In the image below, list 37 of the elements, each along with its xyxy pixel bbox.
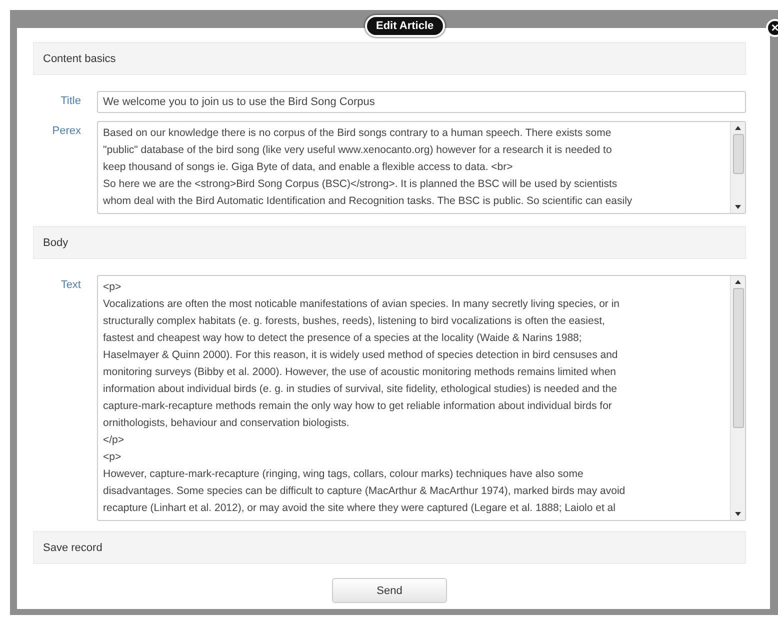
- text-line: However, capture-mark-recapture (ringing, wing tags, collars, colour marks) techniques have also some: [103, 467, 584, 482]
- section-title: Body: [43, 236, 68, 248]
- text-line: Vocalizations are often the most noticable manifestations of avian species. In many secretly living species, or in: [103, 297, 621, 312]
- text-line: monitoring surveys (Bibby et al. 2000). However, the use of acoustic monitoring methods remains limited when: [103, 365, 617, 380]
- text-line: <p>: [103, 280, 122, 295]
- section-title: Content basics: [43, 52, 116, 64]
- text-line: keep thousand of songs ie. Giga Byte of data, and enable a flexible access to data. <br>: [103, 160, 514, 175]
- text-line: So here we are the <strong>Bird Song Corpus (BSC)</strong>. It is planned the BSC will be used by scientists: [103, 177, 618, 192]
- text-line: whom deal with the Bird Automatic Identification and Recognition tasks. The BSC is public. So scientific can easily: [103, 194, 634, 209]
- send-button[interactable]: Send: [332, 578, 447, 603]
- text-line: disadvantages. Some species can be difficult to capture (MacArthur & MacArthur 1974), marked birds may avoid: [103, 484, 626, 499]
- field-label: Perex: [51, 124, 82, 139]
- text-line: <p>: [103, 450, 122, 465]
- text-field[interactable]: [97, 275, 746, 521]
- field-label: Text: [60, 278, 82, 293]
- text-line: </p>: [103, 433, 126, 448]
- text-line: Based on our knowledge there is no corpus of the Bird songs contrary to a human speech. There exists some: [103, 126, 612, 141]
- scroll-up-icon[interactable]: [735, 126, 741, 130]
- text-line: structurally complex habitats (e. g. forests, bushes, reeds), listening to bird vocalizations is often the easiest,: [103, 314, 606, 329]
- text-line: ornithologists, behaviour and conservation biologists.: [103, 416, 350, 431]
- close-button[interactable]: ×: [766, 19, 778, 37]
- scrollbar[interactable]: [730, 122, 745, 213]
- text-line: Haselmayer & Quinn 2000). For this reason, it is widely used method of species detection in bird censuses and: [103, 348, 619, 363]
- perex-field[interactable]: [97, 121, 746, 214]
- text-line: information about individual birds (e. g. in studies of survival, site fidelity, ethological studies) is needed and the: [103, 382, 618, 397]
- text-line: capture-mark-recapture methods remain the only way how to get reliable information about individual birds for: [103, 399, 613, 414]
- text-line: "public" database of the bird song (like very useful www.xenocanto.org) however for a research it is needed to: [103, 143, 613, 158]
- title-field[interactable]: We welcome you to join us to use the Bird Song Corpus: [97, 91, 746, 113]
- dialog-title: Edit Article: [365, 15, 445, 37]
- scroll-down-icon[interactable]: [735, 512, 741, 516]
- section-title: Save record: [43, 542, 102, 554]
- text-line: recapture (Linhart et al. 2012), or may avoid the site where they were captured (Legare et al. 1888; Laiolo et al: [103, 501, 616, 516]
- text-line: fastest and cheapest way how to detect the presence of a species at the locality (Waide & Narins 1988;: [103, 331, 583, 346]
- field-label: Title: [60, 94, 82, 109]
- scrollbar[interactable]: [730, 276, 745, 520]
- scroll-down-icon[interactable]: [735, 205, 741, 209]
- scroll-up-icon[interactable]: [735, 280, 741, 284]
